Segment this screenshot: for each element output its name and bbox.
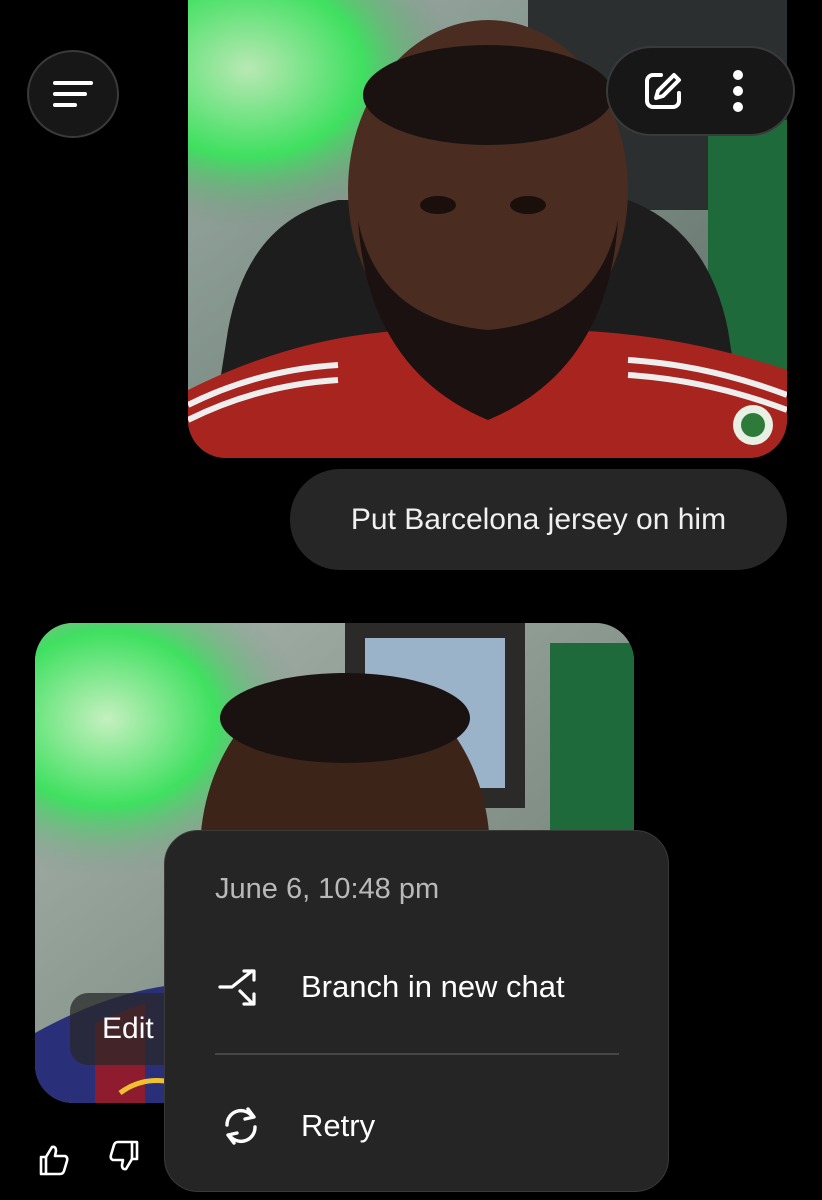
retry-icon bbox=[215, 1100, 267, 1152]
branch-in-new-chat-item[interactable]: Branch in new chat bbox=[215, 957, 565, 1017]
more-vertical-icon bbox=[732, 70, 743, 112]
top-actions bbox=[606, 46, 795, 136]
user-message-text: Put Barcelona jersey on him bbox=[350, 502, 727, 536]
retry-label: Retry bbox=[301, 1108, 376, 1143]
new-chat-button[interactable] bbox=[633, 61, 693, 121]
dislike-button[interactable] bbox=[104, 1136, 144, 1176]
message-timestamp: June 6, 10:48 pm bbox=[215, 873, 440, 905]
user-message-bubble[interactable]: Put Barcelona jersey on him bbox=[290, 469, 787, 570]
message-context-menu: June 6, 10:48 pm Branch in new chat Retr… bbox=[164, 830, 669, 1192]
edit-label: Edit bbox=[102, 1012, 154, 1045]
like-button[interactable] bbox=[34, 1140, 74, 1180]
menu-divider bbox=[215, 1053, 619, 1055]
menu-icon bbox=[53, 81, 93, 107]
branch-in-new-chat-label: Branch in new chat bbox=[301, 969, 565, 1004]
retry-item[interactable]: Retry bbox=[215, 1096, 375, 1156]
thumbs-down-icon bbox=[109, 1140, 139, 1171]
more-options-button[interactable] bbox=[708, 61, 768, 121]
thumbs-up-icon bbox=[39, 1145, 69, 1176]
branch-icon bbox=[215, 961, 267, 1013]
menu-button[interactable] bbox=[27, 50, 119, 138]
compose-icon bbox=[645, 73, 682, 109]
